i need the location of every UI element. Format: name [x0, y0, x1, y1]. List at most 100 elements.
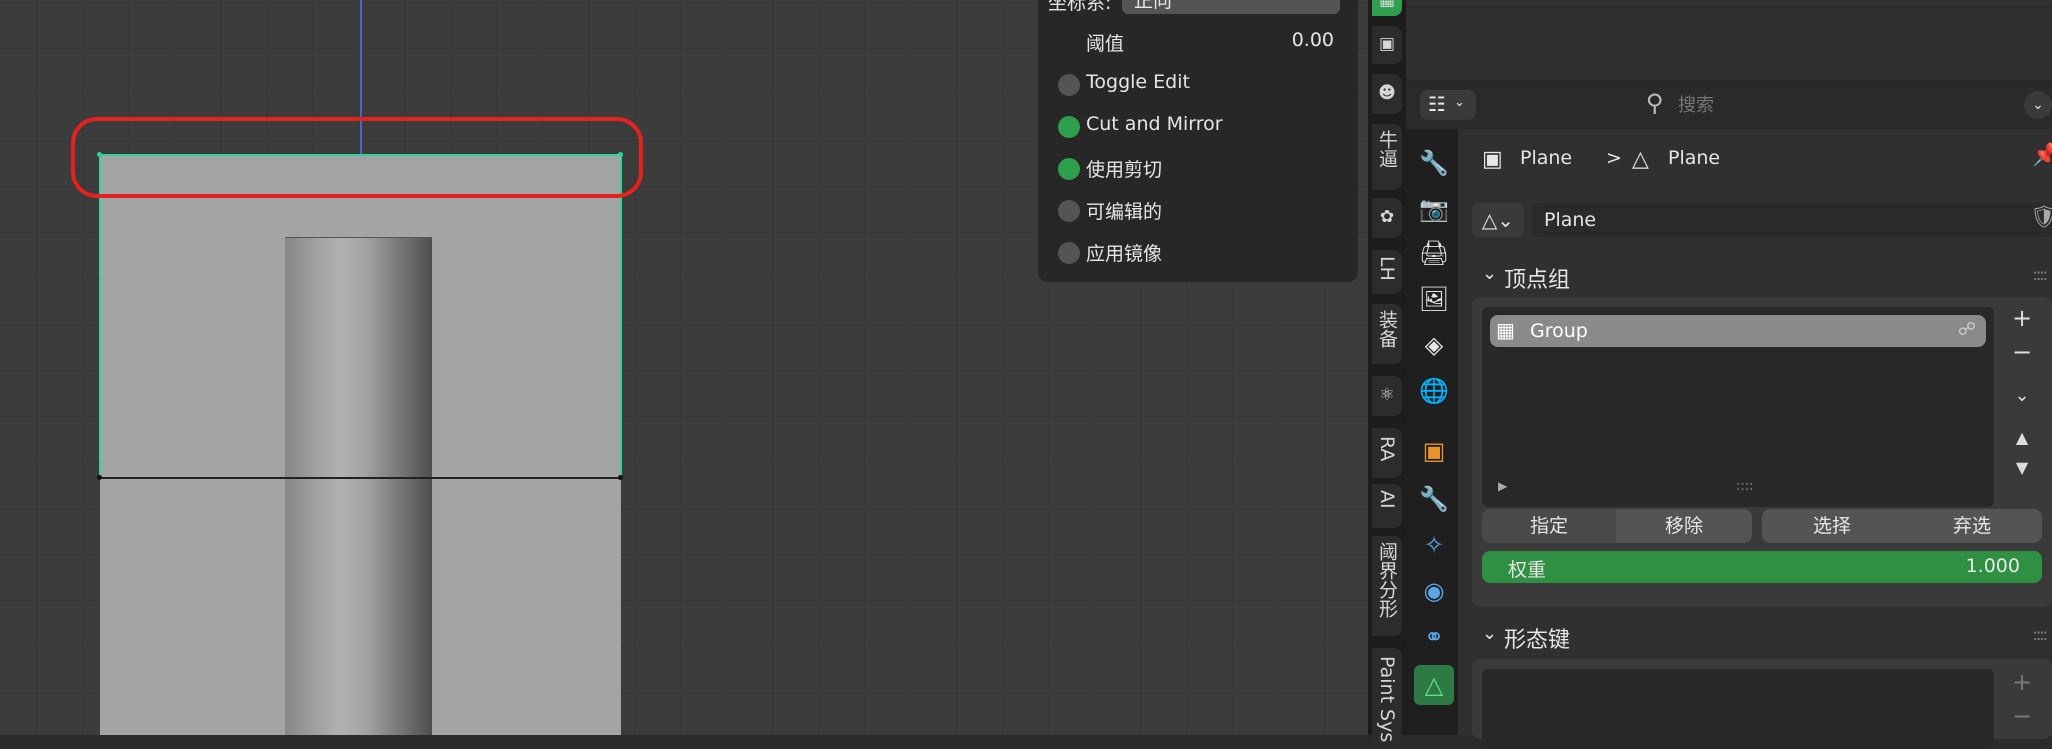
assign-button[interactable]: 指定 [1482, 509, 1616, 543]
checkbox[interactable] [1058, 158, 1080, 180]
chevron-down-icon: ⌄ [1482, 623, 1498, 644]
chevron-down-icon: ⌄ [1482, 263, 1498, 284]
add-button[interactable]: + [2002, 667, 2042, 697]
scene-icon[interactable]: ◈ [1414, 325, 1454, 365]
mesh-data-icon[interactable]: △⌄ [1472, 203, 1524, 237]
tab-label: RA [1376, 436, 1398, 462]
coord-system-dropdown[interactable]: 正向 ⌄ [1122, 0, 1340, 14]
vertex[interactable] [618, 475, 623, 480]
shape-key-list[interactable] [1482, 669, 1994, 749]
modifier-wrench-icon[interactable]: 🔧 [1414, 479, 1454, 519]
threshold-field[interactable]: 阈值 0.00 [1048, 24, 1348, 58]
checkbox[interactable] [1058, 74, 1080, 96]
panel-title: 顶点组 [1504, 268, 1571, 293]
remove-weights-button[interactable]: 移除 [1616, 509, 1752, 543]
chevron-down-icon: ⌄ [1454, 95, 1465, 110]
weight-slider[interactable]: 权重 1.000 [1482, 551, 2042, 583]
tab-yujie-fenxing[interactable]: 阈界分形 [1372, 536, 1402, 636]
list-item[interactable]: ▦ Group ☍ [1490, 315, 1986, 347]
search-input[interactable] [1676, 88, 2010, 122]
search-icon: ⚲ [1646, 89, 1664, 117]
shape-keys-header[interactable]: ⌄ 形态键 :::: [1472, 615, 2052, 657]
vertex-groups-panel: ⌄ 顶点组 :::: ▦ Group ☍ ▶ :::: + − ⌄ ▲ ▼ 指定… [1472, 255, 2052, 749]
physics-icon[interactable]: ◉ [1414, 571, 1454, 611]
drag-grip-icon[interactable]: :::: [2032, 265, 2048, 284]
option-apply-mirror[interactable]: 应用镜像 [1048, 234, 1348, 268]
selected-edge-left [99, 154, 101, 478]
breadcrumb-object: Plane [1520, 147, 1573, 169]
tab-atom[interactable]: ⚛ [1372, 376, 1402, 416]
constraints-icon[interactable]: ⚭ [1414, 617, 1454, 657]
option-cut-and-mirror[interactable]: Cut and Mirror [1048, 108, 1348, 142]
object-icon[interactable]: ▣ [1414, 431, 1454, 471]
tab-tool[interactable]: ▣ [1372, 26, 1402, 64]
option-toggle-edit[interactable]: Toggle Edit [1048, 66, 1348, 100]
mesh-data-icon[interactable]: △ [1414, 665, 1454, 705]
atom-icon: ⚛ [1379, 385, 1395, 405]
remove-button[interactable]: − [2002, 337, 2042, 367]
option-label: Cut and Mirror [1086, 113, 1223, 135]
properties-editor-icon: ☷ [1428, 92, 1446, 116]
pin-icon[interactable]: 📌 [2032, 143, 2052, 168]
tab-active[interactable]: ▦ [1372, 0, 1402, 16]
particles-icon[interactable]: ✧ [1414, 525, 1454, 565]
vertex-group-name: Group [1530, 320, 1588, 342]
tab-ra[interactable]: RA [1372, 428, 1402, 478]
output-icon[interactable]: 🖨 [1414, 233, 1454, 273]
option-use-cut[interactable]: 使用剪切 [1048, 150, 1348, 184]
cube-icon: ▣ [1378, 34, 1396, 54]
tab-label: 装备 [1376, 310, 1398, 348]
move-down-button[interactable]: ▼ [2002, 453, 2042, 483]
lock-icon[interactable]: ☍ [1958, 319, 1976, 340]
option-editable[interactable]: 可编辑的 [1048, 192, 1348, 226]
editor-type-button[interactable]: ☷ ⌄ [1420, 90, 1476, 120]
viewport-sidebar-tabs: ▦ ▣ ☻ 牛逼 ✿ LH 装备 ⚛ RA AI 阈界分形 Paint Sys [1368, 0, 1406, 748]
add-button[interactable]: + [2002, 303, 2042, 333]
move-up-button[interactable]: ▲ [2002, 423, 2042, 453]
option-label: 使用剪切 [1086, 159, 1163, 181]
expand-triangle-icon[interactable]: ▶ [1498, 479, 1507, 493]
tab-label: Paint Sys [1376, 656, 1398, 743]
tab-zhuangbei[interactable]: 装备 [1372, 304, 1402, 364]
select-button[interactable]: 选择 [1762, 509, 1902, 543]
tab-label: 阈界分形 [1376, 542, 1398, 618]
option-label: 可编辑的 [1086, 201, 1163, 223]
tab-paint-sys[interactable]: Paint Sys [1372, 648, 1402, 748]
vertex-group-list[interactable]: ▦ Group ☍ ▶ :::: [1482, 307, 1994, 507]
render-icon[interactable]: 📷 [1414, 189, 1454, 229]
tab-niubi[interactable]: 牛逼 [1372, 124, 1402, 190]
tab-label: 牛逼 [1376, 130, 1398, 168]
vertex-groups-header[interactable]: ⌄ 顶点组 :::: [1472, 255, 2052, 297]
object-icon: ▣ [1482, 147, 1503, 172]
deselect-button[interactable]: 弃选 [1902, 509, 2042, 543]
chevron-down-icon[interactable]: ⌄ [2024, 91, 2052, 119]
vertex[interactable] [97, 475, 102, 480]
plane-edge-middle [100, 477, 621, 479]
drag-grip-icon[interactable]: :::: [2032, 625, 2048, 644]
checkbox[interactable] [1058, 200, 1080, 222]
world-icon[interactable]: 🌐 [1414, 371, 1454, 411]
view-layer-icon[interactable]: 🖼 [1414, 279, 1454, 319]
checkbox[interactable] [1058, 116, 1080, 138]
properties-header: ☷ ⌄ ⚲ ⌄ [1406, 81, 2052, 129]
tab-chip[interactable]: ✿ [1372, 198, 1402, 238]
tab-lh[interactable]: LH [1372, 250, 1402, 294]
coord-system-label: 坐标系: [1048, 0, 1112, 14]
cylinder-mesh[interactable] [285, 237, 432, 735]
resize-grip-icon[interactable]: :::: [1736, 479, 1754, 494]
3d-viewport[interactable]: 坐标系: 正向 ⌄ 阈值 0.00 Toggle Edit Cut and Mi… [0, 0, 1368, 735]
remove-button[interactable]: − [2002, 701, 2042, 731]
option-label: Toggle Edit [1086, 71, 1190, 93]
data-name-field[interactable]: Plane [1532, 203, 2052, 237]
tab-label: LH [1376, 256, 1398, 281]
shield-icon[interactable]: 🛡 [2030, 205, 2052, 230]
tool-icon[interactable]: 🔧 [1414, 143, 1454, 183]
tab-item[interactable]: ☻ [1372, 74, 1402, 114]
breadcrumb-separator: > [1606, 147, 1622, 169]
panel-title: 形态键 [1504, 628, 1571, 653]
breadcrumb: ▣ Plane > △ Plane [1472, 141, 2042, 177]
chevron-down-icon[interactable]: ⌄ [2002, 381, 2042, 411]
threshold-value: 0.00 [1291, 29, 1334, 51]
tab-ai[interactable]: AI [1372, 484, 1402, 528]
checkbox[interactable] [1058, 242, 1080, 264]
